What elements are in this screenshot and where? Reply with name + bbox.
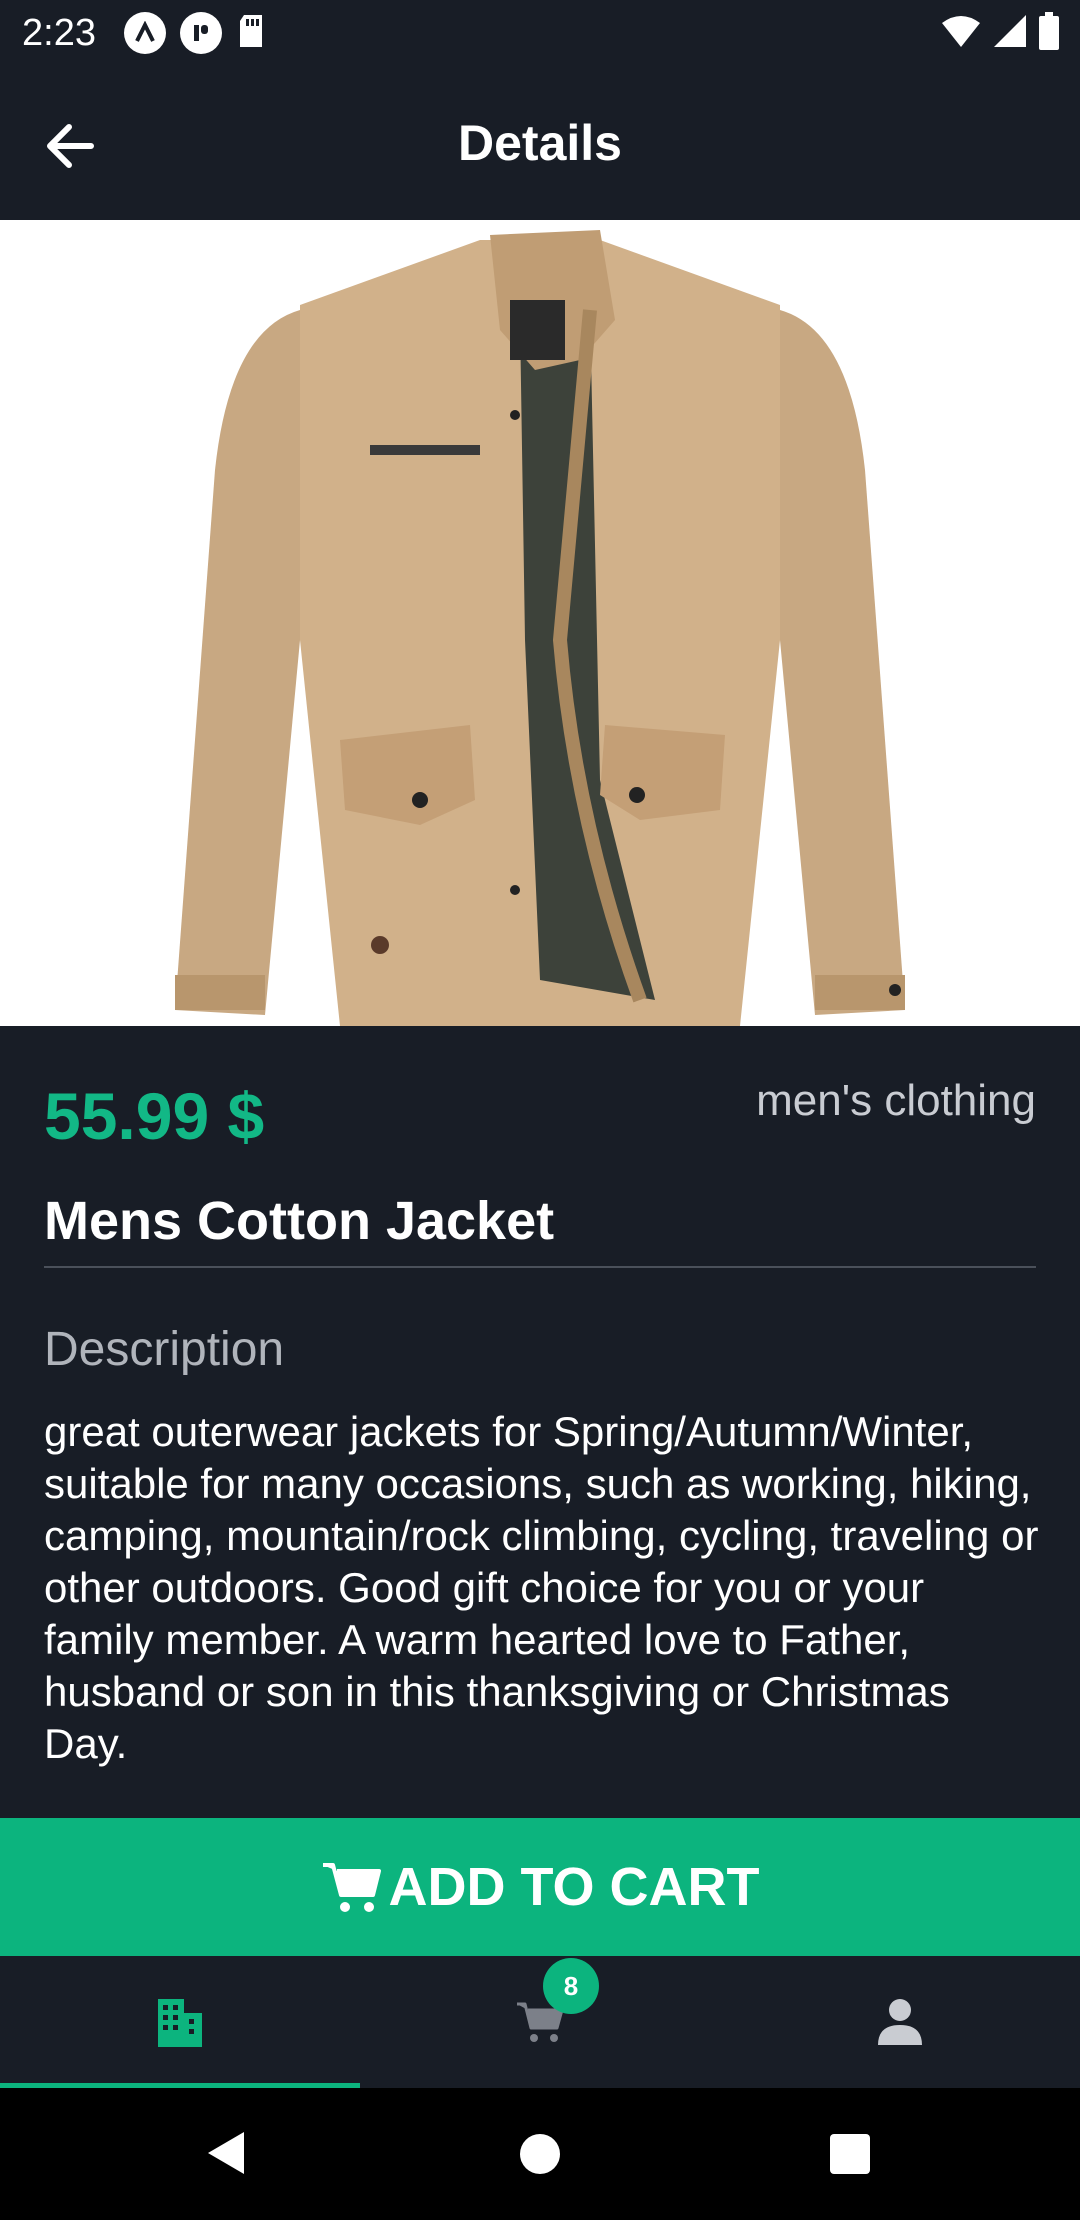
person-icon [878, 1999, 922, 2045]
a-icon [124, 12, 166, 54]
nav-item-profile[interactable] [720, 1956, 1080, 2088]
page-title: Details [458, 115, 622, 171]
signal-icon [994, 15, 1026, 47]
wifi-icon [942, 16, 980, 47]
description-text: great outerwear jackets for Spring/Autum… [44, 1408, 1039, 1767]
product-category: men's clothing [756, 1076, 1036, 1125]
add-to-cart-label: ADD TO CART [388, 1857, 760, 1917]
sdcard-icon [236, 13, 266, 54]
building-icon [158, 1999, 202, 2047]
system-navigation [0, 2088, 1080, 2220]
jacket-illustration [175, 230, 905, 1026]
status-right-icons [940, 12, 1060, 50]
cart-badge: 8 [543, 1958, 599, 2014]
description-label: Description [44, 1323, 285, 1376]
home-circle-icon[interactable] [520, 2134, 560, 2174]
back-triangle-icon[interactable] [204, 2128, 248, 2178]
recents-square-icon[interactable] [830, 2134, 870, 2174]
p-icon [180, 12, 222, 54]
status-left-icons [124, 12, 266, 54]
product-price: 55.99 $ [44, 1079, 265, 1153]
cart-icon [322, 1863, 381, 1912]
bottom-navigation: 8 [0, 1956, 1080, 2088]
status-time: 2:23 [22, 12, 96, 54]
app-bar: Details [0, 66, 1080, 220]
battery-icon [1039, 12, 1059, 50]
add-to-cart-button[interactable]: ADD TO CART [0, 1818, 1080, 1956]
divider [44, 1266, 1036, 1268]
nav-item-cart[interactable]: 8 [360, 1956, 720, 2088]
nav-item-store[interactable] [0, 1956, 360, 2088]
product-title: Mens Cotton Jacket [44, 1191, 555, 1251]
product-image [0, 220, 1080, 1026]
status-bar: 2:23 [0, 0, 1080, 66]
